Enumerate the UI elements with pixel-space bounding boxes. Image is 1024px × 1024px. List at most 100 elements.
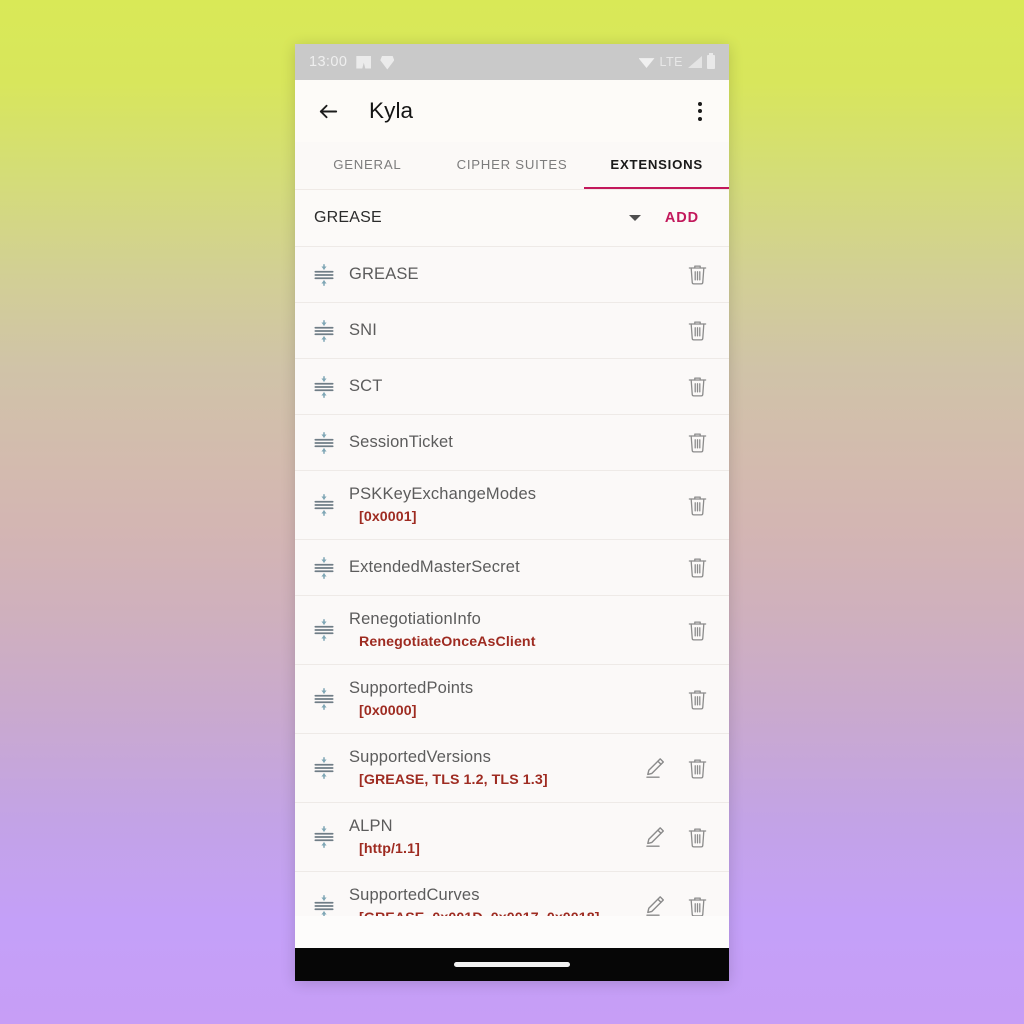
row-actions <box>679 487 715 523</box>
network-type-label: LTE <box>659 55 683 69</box>
trash-delete-icon <box>688 377 706 397</box>
reorder-handle-icon <box>314 375 334 398</box>
extension-name: SCT <box>349 376 383 395</box>
delete-extension-button[interactable] <box>679 257 715 293</box>
delete-extension-button[interactable] <box>679 888 715 916</box>
extension-texts: RenegotiationInfo RenegotiateOnceAsClient <box>341 608 679 653</box>
page-title: Kyla <box>369 98 414 123</box>
delete-extension-button[interactable] <box>679 550 715 586</box>
extension-value: [GREASE, 0x001D, 0x0017, 0x0018] <box>349 910 637 916</box>
delete-extension-button[interactable] <box>679 369 715 405</box>
extension-row[interactable]: GREASE <box>295 246 729 302</box>
row-actions <box>637 750 715 786</box>
reorder-handle-icon <box>314 319 334 342</box>
delete-extension-button[interactable] <box>679 681 715 717</box>
system-navigation-bar <box>295 948 729 981</box>
more-vertical-icon-dot <box>698 101 702 106</box>
extension-texts: SNI <box>341 319 679 342</box>
more-vertical-icon-dot <box>698 109 702 113</box>
reorder-handle-icon <box>314 431 334 454</box>
extension-row[interactable]: ALPN [http/1.1] <box>295 802 729 871</box>
edit-extension-button[interactable] <box>637 819 673 855</box>
extension-row[interactable]: SupportedCurves [GREASE, 0x001D, 0x0017, … <box>295 871 729 916</box>
chevron-down-icon <box>628 215 641 221</box>
extension-name: SNI <box>349 320 377 339</box>
extension-row[interactable]: SCT <box>295 358 729 414</box>
arrow-left-icon <box>319 104 337 118</box>
drag-handle[interactable] <box>307 258 341 292</box>
more-vertical-icon-dot <box>698 116 702 121</box>
status-bar-right: LTE <box>638 53 715 69</box>
tab-bar: GENERAL CIPHER SUITES EXTENSIONS <box>295 142 729 190</box>
wifi-icon <box>638 58 655 68</box>
edit-extension-button[interactable] <box>637 888 673 916</box>
drag-handle[interactable] <box>307 426 341 460</box>
extension-row[interactable]: SupportedPoints [0x0000] <box>295 664 729 733</box>
row-actions <box>679 681 715 717</box>
location-icon <box>380 56 395 70</box>
extension-name: ALPN <box>349 816 393 835</box>
reorder-handle-icon <box>314 757 334 779</box>
row-actions <box>679 257 715 293</box>
trash-delete-icon <box>688 621 706 641</box>
row-actions <box>679 425 715 461</box>
delete-extension-button[interactable] <box>679 425 715 461</box>
reorder-handle-icon <box>314 619 334 641</box>
tab-general[interactable]: GENERAL <box>295 142 440 189</box>
extension-row[interactable]: SessionTicket <box>295 414 729 470</box>
drag-handle[interactable] <box>307 370 341 404</box>
drag-handle[interactable] <box>307 314 341 348</box>
extension-value: RenegotiateOnceAsClient <box>359 634 536 651</box>
reorder-handle-icon <box>314 688 334 710</box>
overflow-menu-button[interactable] <box>685 94 715 128</box>
drag-handle[interactable] <box>307 682 341 716</box>
pencil-edit-icon <box>646 827 664 847</box>
trash-delete-icon <box>688 828 706 848</box>
trash-delete-icon <box>688 690 706 710</box>
drag-handle[interactable] <box>307 751 341 785</box>
row-actions <box>679 550 715 586</box>
drag-handle[interactable] <box>307 488 341 522</box>
phone-screen: 13:00 LTE Kyla GENERAL CIPHER SUITES EXT… <box>295 44 729 981</box>
extension-row[interactable]: PSKKeyExchangeModes [0x0001] <box>295 470 729 539</box>
trash-delete-icon <box>688 759 706 779</box>
edit-extension-button[interactable] <box>637 750 673 786</box>
trash-delete-icon <box>688 433 706 453</box>
extension-value: [GREASE, TLS 1.2, TLS 1.3] <box>359 772 548 789</box>
delete-extension-button[interactable] <box>679 819 715 855</box>
tab-extensions[interactable]: EXTENSIONS <box>584 142 729 189</box>
delete-extension-button[interactable] <box>679 612 715 648</box>
drag-handle[interactable] <box>307 613 341 647</box>
drag-handle[interactable] <box>307 551 341 585</box>
extension-value: [0x0000] <box>359 703 417 720</box>
extension-row[interactable]: SupportedVersions [GREASE, TLS 1.2, TLS 1… <box>295 733 729 802</box>
extension-texts: ExtendedMasterSecret <box>341 556 679 579</box>
extension-texts: SessionTicket <box>341 431 679 454</box>
reorder-handle-icon <box>314 556 334 579</box>
row-actions <box>637 888 715 916</box>
back-button[interactable] <box>311 94 345 128</box>
extension-name: PSKKeyExchangeModes <box>349 484 537 503</box>
extension-row[interactable]: RenegotiationInfo RenegotiateOnceAsClient <box>295 595 729 664</box>
pencil-edit-icon <box>646 758 664 778</box>
extensions-list[interactable]: GREASE SNI SCT SessionTicket PSKKeyExcha… <box>295 246 729 916</box>
reorder-handle-icon <box>314 895 334 916</box>
trash-delete-icon <box>688 558 706 578</box>
extension-row[interactable]: SNI <box>295 302 729 358</box>
tab-cipher-suites[interactable]: CIPHER SUITES <box>440 142 585 189</box>
extension-name: SupportedPoints <box>349 678 474 697</box>
delete-extension-button[interactable] <box>679 313 715 349</box>
delete-extension-button[interactable] <box>679 487 715 523</box>
delete-extension-button[interactable] <box>679 750 715 786</box>
drag-handle[interactable] <box>307 820 341 854</box>
extension-name: RenegotiationInfo <box>349 609 481 628</box>
drag-handle[interactable] <box>307 889 341 916</box>
extension-row[interactable]: ExtendedMasterSecret <box>295 539 729 595</box>
app-bar: Kyla <box>295 80 729 142</box>
extension-name: SessionTicket <box>349 432 454 451</box>
add-extension-button[interactable]: ADD <box>651 202 713 234</box>
home-gesture-pill[interactable] <box>454 962 570 967</box>
row-actions <box>679 612 715 648</box>
extension-texts: SCT <box>341 375 679 398</box>
extension-dropdown[interactable]: GREASE <box>314 190 651 246</box>
